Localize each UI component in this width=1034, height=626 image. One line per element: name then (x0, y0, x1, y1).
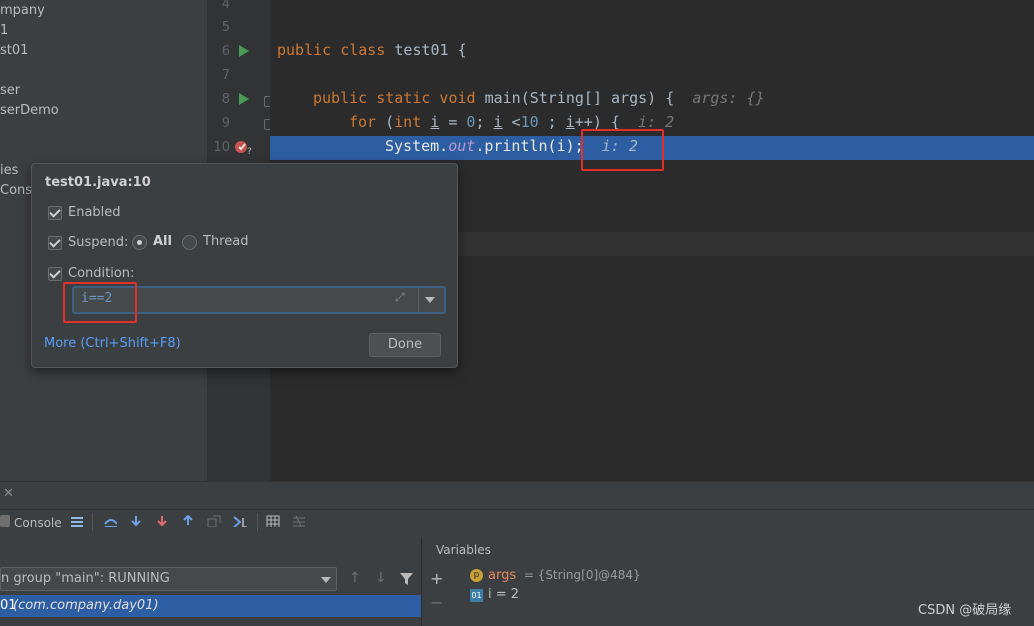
condition-label[interactable]: Condition: (68, 266, 134, 281)
breakpoint-properties-popup: test01.java:10 Enabled Suspend: All Thre… (31, 163, 458, 368)
enabled-checkbox[interactable] (48, 206, 62, 220)
line-number: 8 (221, 92, 230, 107)
run-class-icon[interactable] (239, 45, 249, 57)
var-args-value[interactable]: = {String[0]@484} (520, 568, 641, 582)
trace-icon[interactable] (292, 515, 306, 527)
frames-icon[interactable] (70, 516, 84, 528)
arrow-down-icon[interactable]: ↓ (375, 570, 387, 586)
chevron-down-icon[interactable] (425, 297, 435, 303)
chevron-down-icon[interactable] (321, 577, 331, 583)
step-out-icon[interactable] (181, 515, 195, 527)
project-tree-item[interactable]: 1 (0, 23, 8, 38)
console-tab[interactable]: Console (14, 516, 62, 530)
watermark: CSDN @破局缘 (918, 603, 1012, 618)
code-line-8[interactable]: public static void main(String[] args) {… (313, 89, 765, 107)
inline-debug-hint: args: {} (692, 89, 765, 107)
suspend-all-radio[interactable] (132, 235, 147, 250)
condition-checkbox[interactable] (48, 267, 62, 281)
enabled-label[interactable]: Enabled (68, 205, 121, 220)
project-tree-item[interactable]: ser (0, 83, 20, 98)
debug-header: ✕ (0, 481, 1034, 510)
filter-icon[interactable] (400, 573, 413, 585)
line-number: 4 (221, 0, 230, 12)
close-icon[interactable]: ✕ (3, 486, 14, 501)
arrow-up-icon[interactable]: ↑ (349, 570, 361, 586)
thread-selector[interactable]: n group "main": RUNNING (0, 567, 337, 591)
line-number: 7 (221, 68, 230, 83)
more-link[interactable]: More (Ctrl+Shift+F8) (44, 336, 181, 351)
conditional-breakpoint-icon[interactable]: ? (233, 138, 255, 156)
step-over-icon[interactable] (103, 515, 117, 527)
line-number: 9 (221, 116, 230, 131)
highlight-box (581, 129, 664, 171)
line-number: 5 (221, 20, 230, 35)
primitive-icon: 01 (470, 589, 483, 602)
add-watch-icon[interactable]: + (430, 569, 443, 588)
suspend-all-label[interactable]: All (153, 234, 172, 249)
remove-watch-icon[interactable]: − (430, 593, 443, 612)
expand-icon[interactable]: ⤢ (395, 290, 405, 305)
line-number: 6 (221, 44, 230, 59)
variables-title: Variables (436, 543, 491, 557)
var-args-name[interactable]: args (488, 568, 516, 583)
project-tree-item[interactable]: mpany (0, 3, 45, 18)
force-step-into-icon[interactable] (155, 515, 169, 527)
highlight-box (63, 282, 137, 323)
run-main-icon[interactable] (239, 93, 249, 105)
suspend-thread-label[interactable]: Thread (203, 234, 248, 249)
input-divider (418, 288, 419, 312)
project-tree-item[interactable]: serDemo (0, 103, 59, 118)
evaluate-expression-icon[interactable] (266, 515, 280, 527)
run-to-cursor-icon[interactable] (233, 515, 247, 527)
popup-title: test01.java:10 (45, 175, 151, 190)
toolbar-separator (92, 513, 93, 531)
done-button[interactable]: Done (369, 333, 441, 357)
toolbar-separator (257, 513, 258, 531)
svg-text:?: ? (247, 147, 252, 156)
drop-frame-icon[interactable] (207, 515, 221, 527)
step-into-icon[interactable] (129, 515, 143, 527)
project-tree-item[interactable]: ies (0, 163, 18, 178)
project-tree-item[interactable]: st01 (0, 43, 28, 58)
frame-row-selected[interactable]: 01 (com.company.day01) (0, 595, 421, 617)
console-icon[interactable] (0, 515, 10, 527)
code-line-6[interactable]: public class test01 { (277, 41, 467, 59)
parameter-icon: p (470, 569, 483, 582)
suspend-thread-radio[interactable] (182, 235, 197, 250)
suspend-label[interactable]: Suspend: (68, 235, 128, 250)
line-number: 10 (213, 140, 230, 155)
suspend-checkbox[interactable] (48, 236, 62, 250)
var-i[interactable]: i = 2 (488, 587, 519, 602)
